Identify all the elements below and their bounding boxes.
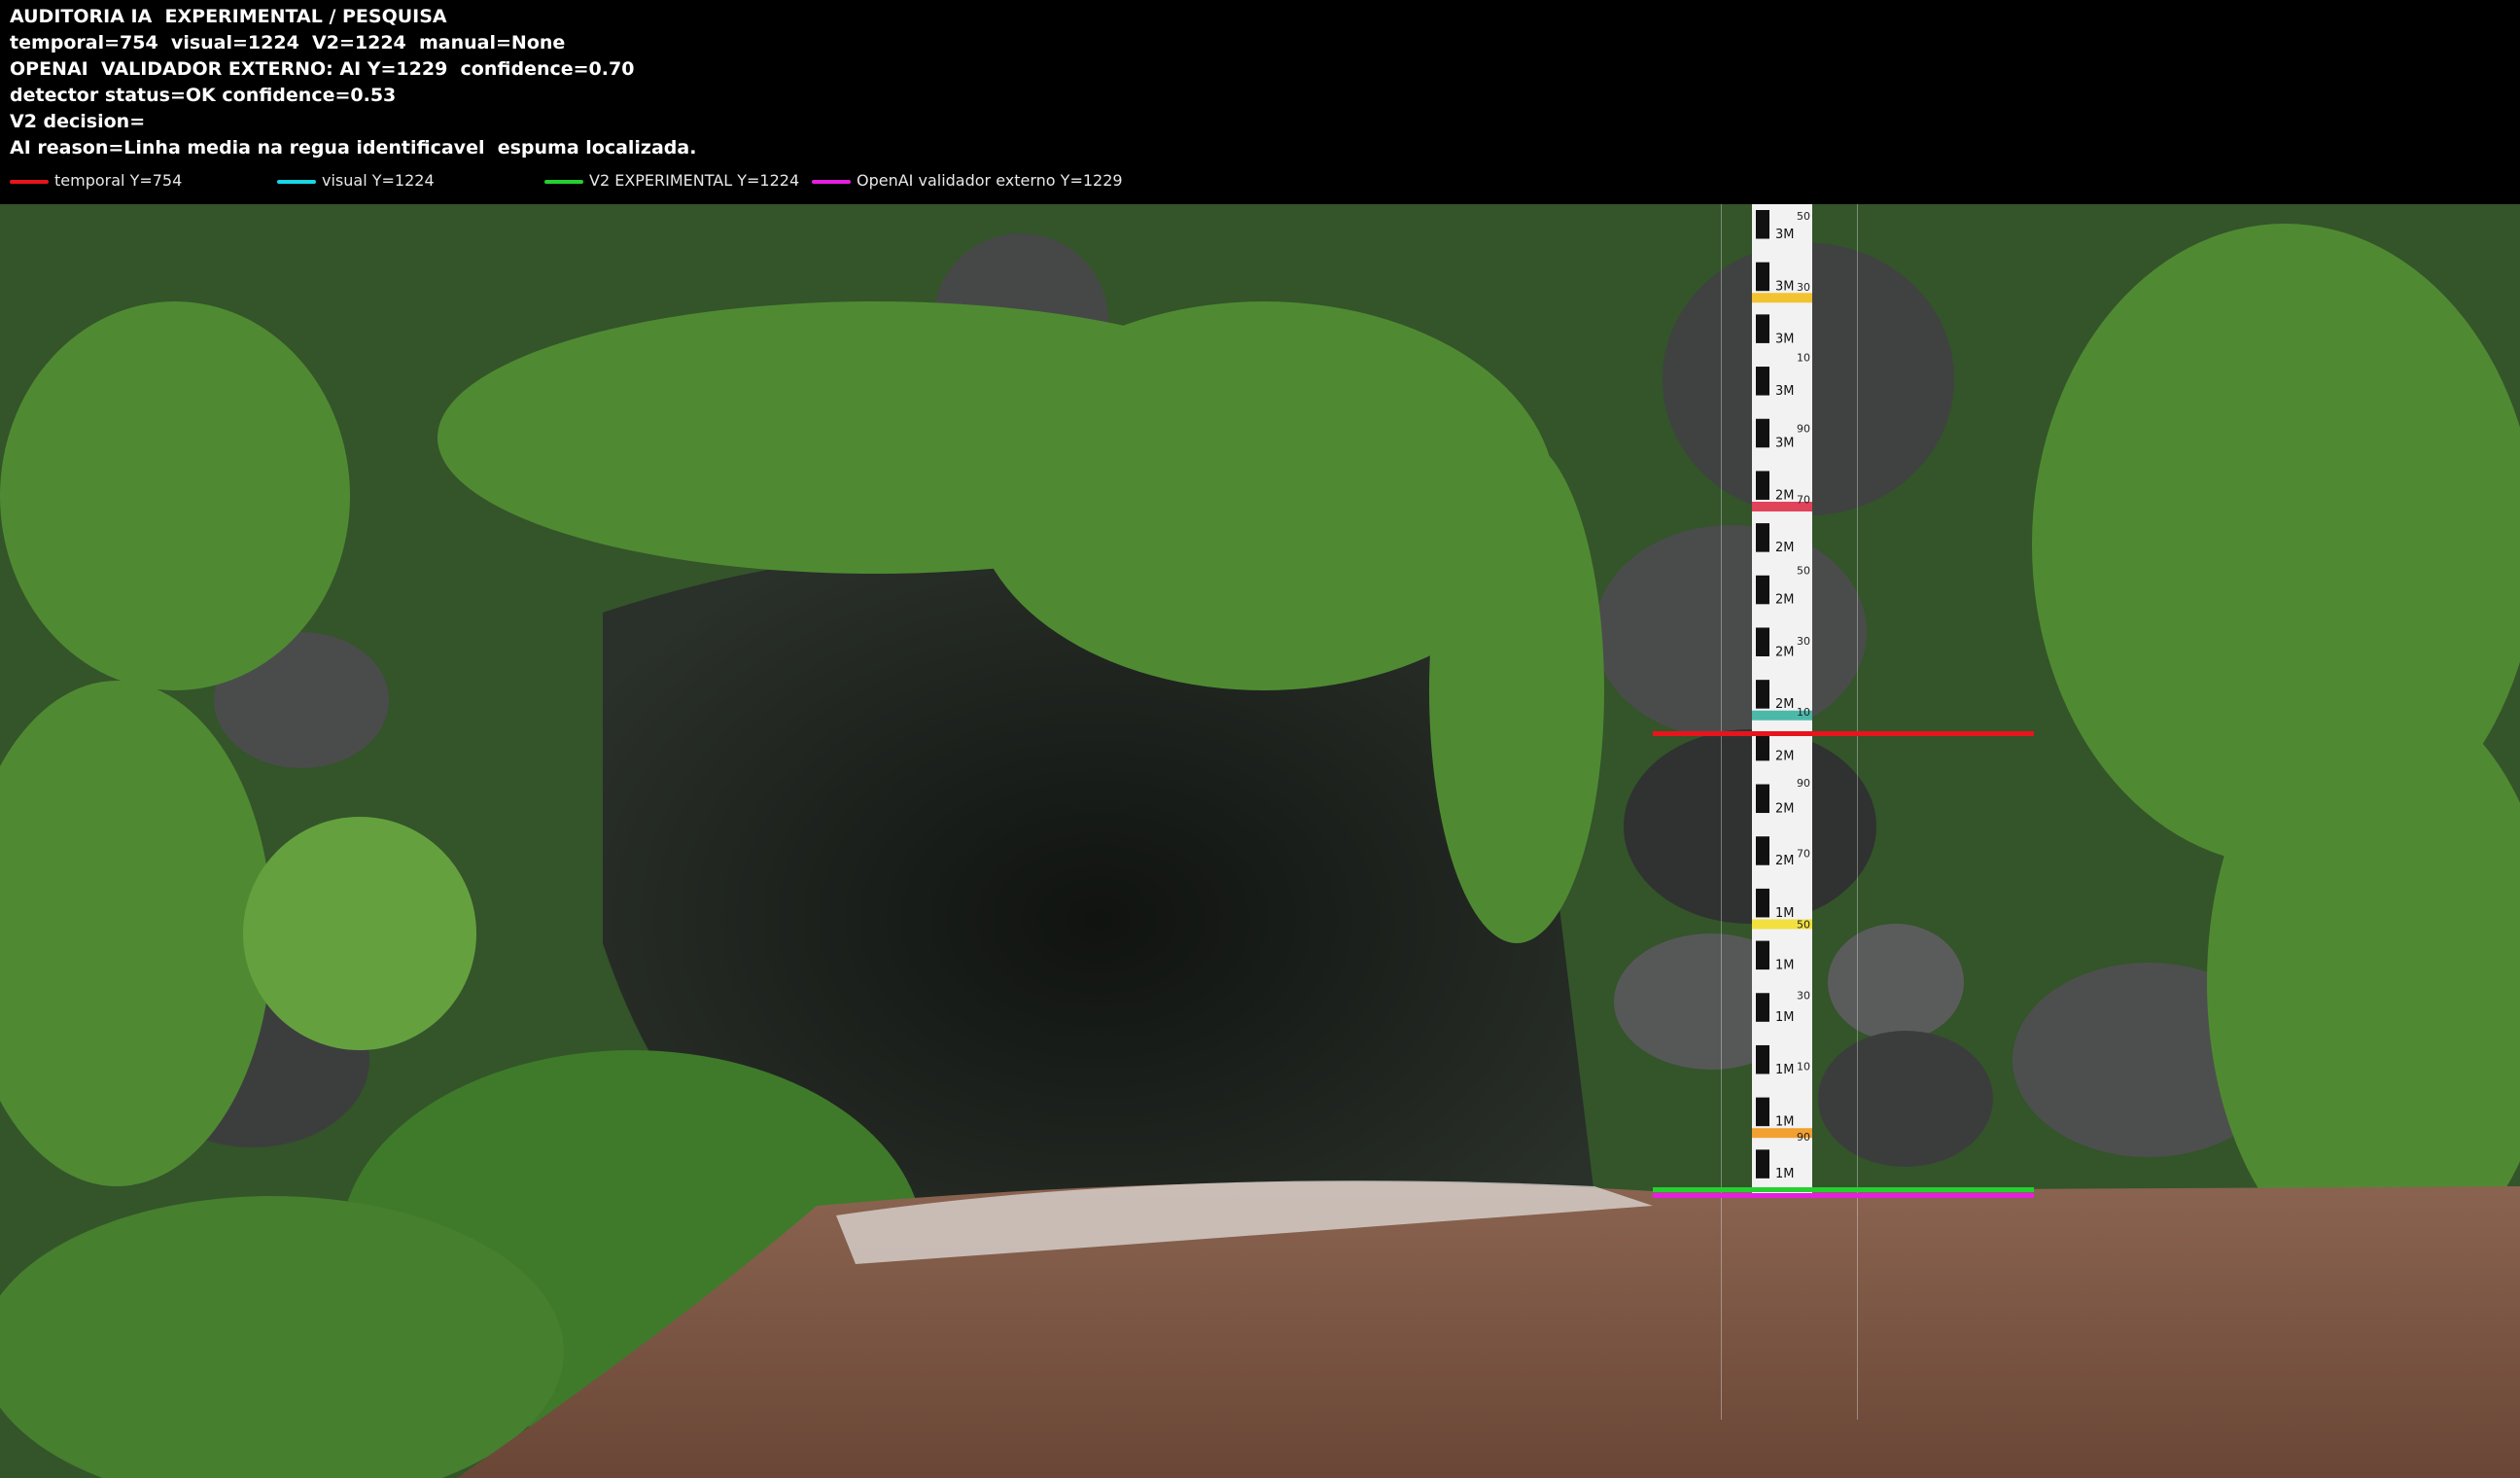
gauge-tick — [1756, 418, 1769, 448]
gauge-tick — [1756, 1097, 1769, 1127]
gauge-tick — [1756, 627, 1769, 656]
roi-guide-left — [1721, 204, 1722, 1420]
gauge-label: 2M — [1775, 801, 1795, 816]
gauge-label: 2M — [1775, 645, 1795, 659]
gauge-side-label: 70 — [1797, 493, 1810, 506]
staff-gauge: 3M3M3M3M3M2M2M2M2M2M2M2M2M1M1M1M1M1M1M50… — [1752, 204, 1812, 1196]
gauge-side-label: 10 — [1797, 706, 1810, 719]
gauge-tick — [1756, 993, 1769, 1022]
legend-visual-swatch — [277, 180, 316, 184]
gauge-side-label: 50 — [1797, 210, 1810, 223]
gauge-label: 1M — [1775, 1167, 1795, 1181]
gauge-tick — [1756, 731, 1769, 761]
gauge-label: 3M — [1775, 384, 1795, 399]
roi-guide-right — [1857, 204, 1858, 1420]
gauge-side-label: 30 — [1797, 281, 1810, 294]
gauge-label: 3M — [1775, 280, 1795, 295]
gauge-label: 1M — [1775, 1010, 1795, 1025]
gauge-color-band — [1752, 293, 1812, 303]
gauge-label: 3M — [1775, 332, 1795, 346]
gauge-side-label: 30 — [1797, 635, 1810, 648]
gauge-tick — [1756, 367, 1769, 396]
header-levels-line: temporal=754 visual=1224 V2=1224 manual=… — [10, 32, 566, 53]
gauge-side-label: 10 — [1797, 1060, 1810, 1073]
openai-level-line — [1653, 1193, 2034, 1198]
gauge-tick — [1756, 940, 1769, 970]
gauge-side-label: 50 — [1797, 564, 1810, 577]
gauge-label: 2M — [1775, 593, 1795, 608]
gauge-tick — [1756, 784, 1769, 814]
legend-openai-swatch — [812, 180, 851, 184]
river-scene-illustration: 3M3M3M3M3M2M2M2M2M2M2M2M2M1M1M1M1M1M1M50… — [0, 204, 2520, 1478]
legend-temporal-label: temporal Y=754 — [54, 171, 183, 190]
legend-visual-label: visual Y=1224 — [322, 171, 435, 190]
temporal-level-line — [1653, 731, 2034, 736]
header-openai-line: OPENAI VALIDADOR EXTERNO: AI Y=1229 conf… — [10, 58, 635, 80]
header-v2-decision-line: V2 decision= — [10, 111, 146, 132]
gauge-label: 2M — [1775, 750, 1795, 764]
gauge-label: 2M — [1775, 488, 1795, 503]
gauge-tick — [1756, 888, 1769, 918]
gauge-label: 2M — [1775, 541, 1795, 555]
v2-level-line — [1653, 1187, 2034, 1192]
legend-v2-label: V2 EXPERIMENTAL Y=1224 — [589, 171, 800, 190]
header-detector-line: detector status=OK confidence=0.53 — [10, 85, 397, 106]
gauge-label: 2M — [1775, 697, 1795, 712]
legend-v2-swatch — [544, 180, 583, 184]
gauge-side-label: 50 — [1797, 919, 1810, 932]
gauge-label: 2M — [1775, 854, 1795, 868]
gauge-tick — [1756, 523, 1769, 552]
gauge-side-label: 90 — [1797, 777, 1810, 790]
gauge-side-label: 90 — [1797, 1131, 1810, 1144]
audit-header: AUDITORIA IA EXPERIMENTAL / PESQUISA tem… — [0, 0, 2520, 204]
legend-temporal-swatch — [10, 180, 49, 184]
header-title: AUDITORIA IA EXPERIMENTAL / PESQUISA — [10, 6, 447, 27]
gauge-tick — [1756, 210, 1769, 239]
gauge-label: 3M — [1775, 228, 1795, 242]
gauge-tick — [1756, 314, 1769, 343]
header-ai-reason-line: AI reason=Linha media na regua identific… — [10, 137, 697, 158]
gauge-tick — [1756, 575, 1769, 605]
gauge-label: 1M — [1775, 1115, 1795, 1130]
gauge-label: 1M — [1775, 906, 1795, 921]
gauge-tick — [1756, 471, 1769, 500]
legend-openai-label: OpenAI validador externo Y=1229 — [857, 171, 1123, 190]
gauge-label: 1M — [1775, 958, 1795, 972]
gauge-label: 1M — [1775, 1063, 1795, 1077]
gauge-side-label: 10 — [1797, 352, 1810, 365]
gauge-tick — [1756, 680, 1769, 709]
gauge-tick — [1756, 262, 1769, 292]
gauge-side-label: 30 — [1797, 989, 1810, 1002]
gauge-side-label: 90 — [1797, 423, 1810, 436]
gauge-side-label: 70 — [1797, 848, 1810, 861]
river-camera-frame: 3M 3M 3M 3M 3M 2M 2M 2M 2M 2M 2M 2M 2M 1M 1M 1M 1M 1M 1M 50… — [0, 204, 2520, 1478]
gauge-tick — [1756, 1149, 1769, 1179]
gauge-label: 3M — [1775, 437, 1795, 451]
gauge-tick — [1756, 836, 1769, 865]
gauge-tick — [1756, 1044, 1769, 1074]
